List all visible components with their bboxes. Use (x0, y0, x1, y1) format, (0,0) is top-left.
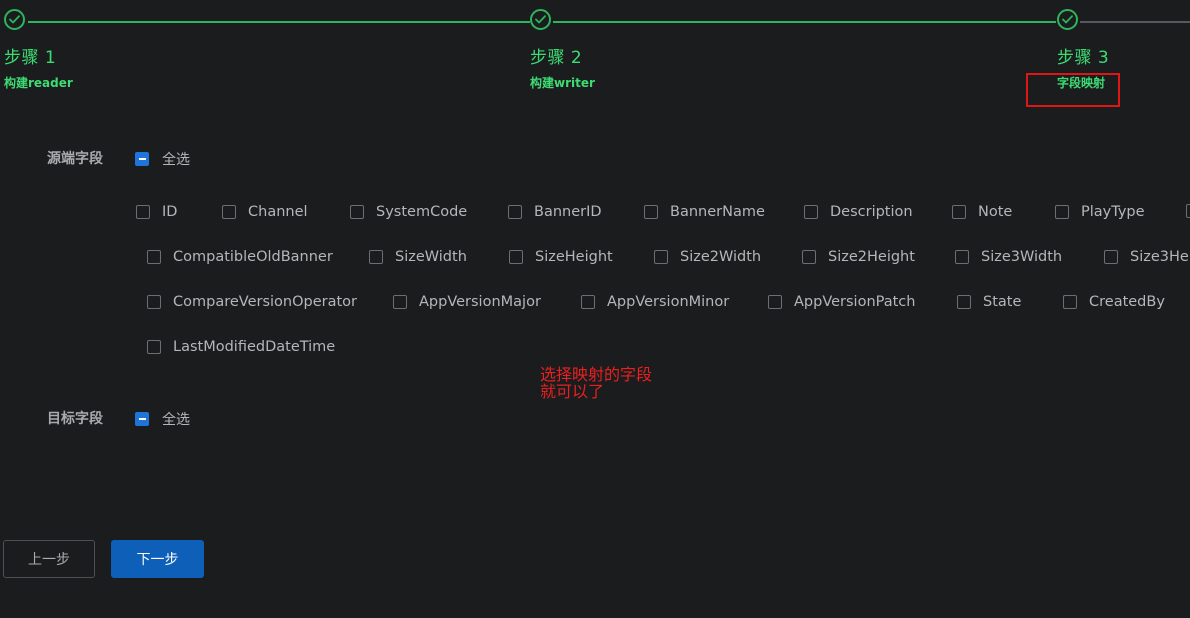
prev-step-button[interactable]: 上一步 (3, 540, 95, 578)
field-label: SystemCode (376, 204, 468, 220)
target-select-all[interactable]: 全选 (135, 409, 190, 429)
annotation-line-1: 选择映射的字段 (540, 365, 653, 384)
source-field-option[interactable]: BannerID (508, 204, 602, 220)
field-checkbox[interactable] (147, 295, 161, 309)
field-label: SizeWidth (395, 249, 467, 265)
step-3-title: 步骤 3 (1057, 48, 1110, 68)
field-mapping-page: 步骤 1 构建reader 步骤 2 构建writer 步骤 3 字段映射 源端… (0, 0, 1190, 618)
field-checkbox[interactable] (1104, 250, 1118, 264)
source-select-all-checkbox[interactable] (135, 152, 149, 166)
field-label: State (983, 294, 1022, 310)
field-label: BannerName (670, 204, 765, 220)
step-connector-2 (553, 21, 1056, 23)
field-label: Channel (248, 204, 308, 220)
field-checkbox[interactable] (350, 205, 364, 219)
field-label: BannerID (534, 204, 602, 220)
annotation-note: 选择映射的字段 就可以了 (540, 366, 652, 400)
field-checkbox[interactable] (508, 205, 522, 219)
field-checkbox[interactable] (581, 295, 595, 309)
field-checkbox[interactable] (369, 250, 383, 264)
source-field-option[interactable]: ID (136, 204, 177, 220)
step-connector-1 (28, 21, 530, 23)
field-label: Description (830, 204, 913, 220)
source-field-option[interactable]: State (957, 294, 1021, 310)
field-checkbox[interactable] (804, 205, 818, 219)
check-icon (1057, 9, 1078, 30)
source-field-option[interactable]: Note (952, 204, 1012, 220)
source-field-option[interactable]: AppVersionMajor (393, 294, 541, 310)
field-checkbox[interactable] (955, 250, 969, 264)
field-checkbox[interactable] (802, 250, 816, 264)
field-checkbox[interactable] (768, 295, 782, 309)
source-select-all[interactable]: 全选 (135, 149, 190, 169)
field-checkbox[interactable] (952, 205, 966, 219)
field-checkbox[interactable] (957, 295, 971, 309)
source-fields-label: 源端字段 (47, 151, 103, 167)
field-label: Size2Width (680, 249, 762, 265)
field-checkbox[interactable] (1186, 204, 1190, 218)
source-field-option[interactable]: BannerName (644, 204, 765, 220)
field-checkbox[interactable] (644, 205, 658, 219)
field-label: CreatedBy (1089, 294, 1165, 310)
step-2-desc: 构建writer (530, 76, 595, 90)
source-field-option[interactable]: SystemCode (350, 204, 467, 220)
field-label: LastModifiedDateTime (173, 339, 336, 355)
step-2-title: 步骤 2 (530, 48, 583, 68)
source-field-option[interactable]: SizeHeight (509, 249, 613, 265)
field-checkbox[interactable] (147, 340, 161, 354)
source-field-option[interactable]: AppVersionPatch (768, 294, 915, 310)
step-1[interactable]: 步骤 1 构建reader (4, 9, 73, 90)
target-select-all-checkbox[interactable] (135, 412, 149, 426)
field-label: Note (978, 204, 1013, 220)
target-select-all-label: 全选 (162, 412, 190, 428)
source-field-option[interactable]: AppVersionMinor (581, 294, 729, 310)
source-field-option[interactable]: CompatibleOldBanner (147, 249, 333, 265)
field-checkbox[interactable] (654, 250, 668, 264)
field-label: AppVersionPatch (794, 294, 916, 310)
field-label: SizeHeight (535, 249, 613, 265)
field-checkbox[interactable] (222, 205, 236, 219)
field-label: ID (162, 204, 178, 220)
step-2[interactable]: 步骤 2 构建writer (530, 9, 595, 90)
check-icon (4, 9, 25, 30)
field-label: PlayType (1081, 204, 1145, 220)
source-field-option[interactable]: CompareVersionOperator (147, 294, 357, 310)
field-label: Size2Height (828, 249, 915, 265)
source-select-all-label: 全选 (162, 152, 190, 168)
source-field-option[interactable]: Size2Height (802, 249, 915, 265)
field-checkbox[interactable] (136, 205, 150, 219)
source-field-option[interactable]: Channel (222, 204, 308, 220)
field-label: AppVersionMajor (419, 294, 541, 310)
field-label: AppVersionMinor (607, 294, 730, 310)
step-connector-3 (1080, 21, 1190, 23)
source-field-option[interactable]: Size2Width (654, 249, 761, 265)
next-step-button[interactable]: 下一步 (111, 540, 204, 578)
field-label: Size3Height (1130, 249, 1190, 265)
field-checkbox[interactable] (147, 250, 161, 264)
source-field-option[interactable]: SizeWidth (369, 249, 467, 265)
source-field-option[interactable]: PlayType (1055, 204, 1145, 220)
source-field-option[interactable]: Description (804, 204, 913, 220)
source-field-option[interactable]: CreatedBy (1063, 294, 1165, 310)
source-field-option[interactable]: Size3Width (955, 249, 1062, 265)
field-checkbox[interactable] (393, 295, 407, 309)
step-3[interactable]: 步骤 3 字段映射 (1057, 9, 1109, 90)
annotation-line-2: 就可以了 (540, 382, 605, 401)
source-field-option[interactable]: LastModifiedDateTime (147, 339, 335, 355)
step-1-desc: 构建reader (4, 76, 73, 90)
field-checkbox[interactable] (509, 250, 523, 264)
field-checkbox[interactable] (1055, 205, 1069, 219)
field-label: CompatibleOldBanner (173, 249, 333, 265)
field-label: CompareVersionOperator (173, 294, 357, 310)
field-checkbox[interactable] (1063, 295, 1077, 309)
target-fields-label: 目标字段 (47, 411, 103, 427)
step-1-title: 步骤 1 (4, 48, 57, 68)
annotation-highlight-box (1026, 73, 1120, 107)
check-icon (530, 9, 551, 30)
source-field-option[interactable]: Size3Height (1104, 249, 1190, 265)
field-label: Size3Width (981, 249, 1063, 265)
